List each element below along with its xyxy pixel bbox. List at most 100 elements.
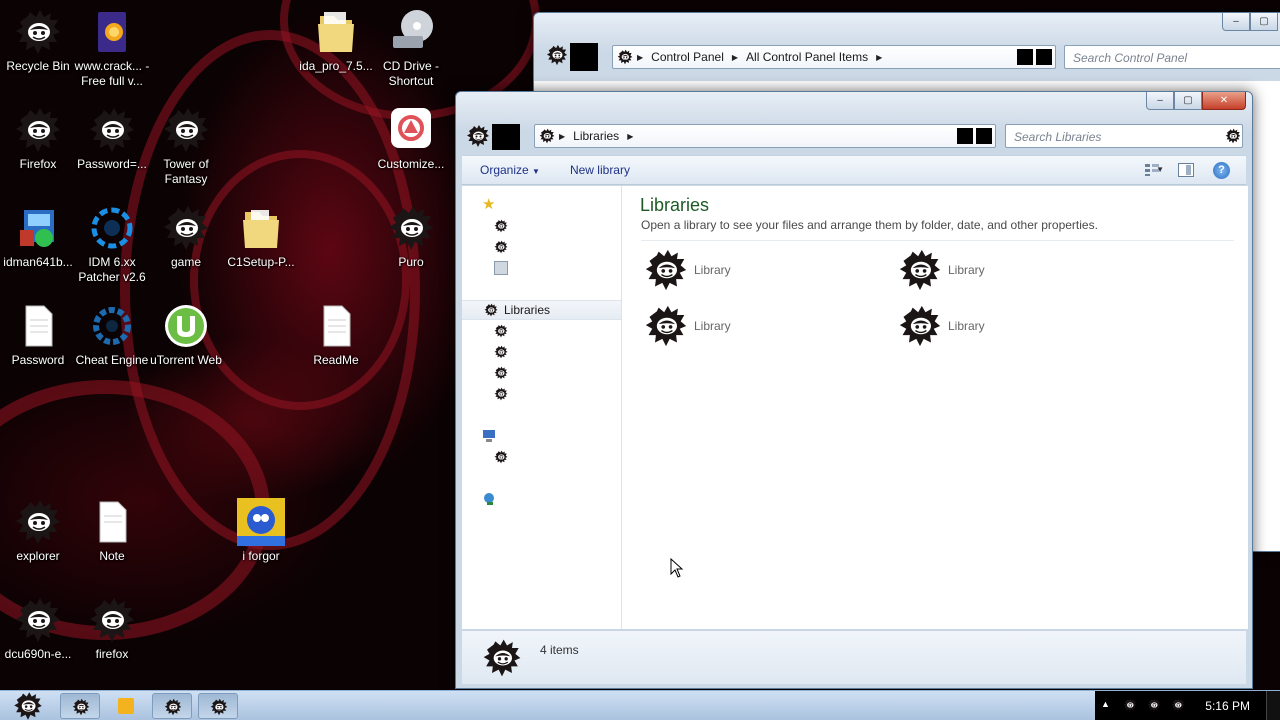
clock[interactable]: 5:16 PM: [1205, 699, 1250, 713]
nav-computer[interactable]: [462, 426, 621, 446]
library-item[interactable]: Library: [644, 304, 731, 348]
desktop-icon-note[interactable]: Note: [74, 498, 150, 564]
desktop-icon-label: Password=...: [77, 157, 147, 171]
search-icon[interactable]: [1225, 128, 1241, 144]
preview-pane-icon[interactable]: [1178, 163, 1194, 177]
nav-library-item[interactable]: [462, 363, 621, 383]
nav-favorites[interactable]: ★: [462, 194, 621, 214]
taskbar-item-window[interactable]: [198, 693, 238, 719]
close-button[interactable]: ✕: [1202, 92, 1246, 110]
desktop-icon-label: Tower of Fantasy: [163, 157, 209, 186]
desktop-icon-customize[interactable]: Customize...: [373, 106, 449, 172]
tray-mascot-icon[interactable]: [1171, 698, 1185, 712]
desktop-icon-label: game: [170, 255, 202, 269]
nav-library-item[interactable]: [462, 342, 621, 362]
maximize-button[interactable]: ▢: [1250, 13, 1278, 31]
desktop-icon-firefox-2[interactable]: firefox: [74, 596, 150, 662]
show-desktop-button[interactable]: [1266, 691, 1280, 720]
utorrent-icon: [162, 302, 210, 350]
network-icon: [482, 492, 496, 506]
chevron-down-icon: ▼: [532, 167, 540, 176]
library-item[interactable]: Library: [644, 248, 731, 292]
desktop-icon-firefox[interactable]: Firefox: [0, 106, 76, 172]
libraries-search-input[interactable]: Search Libraries: [1005, 124, 1243, 148]
start-button[interactable]: [12, 691, 44, 720]
desktop-icon-c1setup[interactable]: C1Setup-P...: [223, 204, 299, 270]
text-file-icon: [312, 302, 360, 350]
desktop-icon-cheat-engine[interactable]: Cheat Engine: [74, 302, 150, 368]
computer-icon: [482, 429, 496, 443]
library-item[interactable]: Library: [898, 248, 985, 292]
control-panel-address-bar[interactable]: ▶ Control Panel ▶ All Control Panel Item…: [612, 45, 1056, 69]
desktop-icon-label: C1Setup-P...: [227, 255, 295, 269]
desktop-icon-i-forgor[interactable]: i forgor: [223, 498, 299, 564]
desktop-icon-label: explorer: [16, 549, 60, 563]
patcher-icon: [88, 204, 136, 252]
desktop-icon-explorer[interactable]: explorer: [0, 498, 76, 564]
desktop-icon-game[interactable]: game: [148, 204, 224, 270]
refresh-button[interactable]: [976, 128, 992, 144]
mascot-icon: [644, 304, 688, 348]
dropdown-button[interactable]: [1017, 49, 1033, 65]
mascot-icon: [546, 43, 568, 67]
taskbar-item-media-player[interactable]: [106, 693, 146, 719]
tray-mascot-icon[interactable]: [1123, 698, 1137, 712]
dropdown-button[interactable]: [957, 128, 973, 144]
mascot-icon: [644, 248, 688, 292]
help-icon[interactable]: ?: [1213, 162, 1230, 179]
desktop-icon-recycle-bin[interactable]: Recycle Bin: [0, 8, 76, 74]
back-button[interactable]: [570, 43, 598, 71]
text-file-icon: [14, 302, 62, 350]
minimize-button[interactable]: –: [1146, 92, 1174, 110]
nav-libraries[interactable]: Libraries: [462, 300, 621, 320]
page-description: Open a library to see your files and arr…: [641, 218, 1098, 232]
control-panel-search-input[interactable]: Search Control Panel: [1064, 45, 1280, 69]
nav-favorite-item[interactable]: [462, 258, 621, 278]
refresh-button[interactable]: [1036, 49, 1052, 65]
back-button[interactable]: [492, 124, 520, 150]
mascot-icon: [494, 324, 508, 338]
minimize-button[interactable]: –: [1222, 13, 1250, 31]
desktop-icon-tower-of-fantasy[interactable]: Tower of Fantasy: [148, 106, 224, 187]
chevron-down-icon[interactable]: ▼: [1156, 165, 1164, 174]
mascot-icon: [88, 596, 136, 644]
nav-favorite-item[interactable]: [462, 216, 621, 236]
desktop-icon-password-link[interactable]: Password=...: [74, 106, 150, 172]
desktop-icon-password[interactable]: Password: [0, 302, 76, 368]
chevron-right-icon: ▶: [627, 131, 634, 141]
desktop-icon-cd-drive[interactable]: CD Drive - Shortcut: [373, 8, 449, 89]
desktop-icon-ida-pro[interactable]: ida_pro_7.5...: [298, 8, 374, 74]
nav-library-item[interactable]: [462, 384, 621, 404]
tray-mascot-icon[interactable]: [1147, 698, 1161, 712]
breadcrumb-control-panel[interactable]: Control Panel: [645, 50, 730, 64]
libraries-content: Libraries Open a library to see your fil…: [622, 186, 1248, 629]
desktop-icon-label: IDM 6.xx Patcher v2.6: [78, 255, 146, 284]
taskbar-item-window[interactable]: [152, 693, 192, 719]
chevron-right-icon: ▶: [637, 52, 644, 62]
breadcrumb-libraries[interactable]: Libraries: [567, 129, 625, 143]
nav-libraries-label: Libraries: [504, 303, 551, 317]
nav-network[interactable]: [462, 489, 621, 509]
libraries-address-bar[interactable]: ▶ Libraries ▶: [534, 124, 996, 148]
show-hidden-icons-icon[interactable]: ▲: [1101, 699, 1110, 709]
desktop-icon-idman[interactable]: idman641b...: [0, 204, 76, 270]
desktop-icon-dcu690n[interactable]: dcu690n-e...: [0, 596, 76, 662]
desktop-icon-utorrent[interactable]: uTorrent Web: [148, 302, 224, 368]
desktop-icon-readme[interactable]: ReadMe: [298, 302, 374, 368]
organize-button[interactable]: Organize ▼: [462, 163, 558, 177]
taskbar-item-explorer[interactable]: [60, 693, 100, 719]
breadcrumb-all-items[interactable]: All Control Panel Items: [740, 50, 874, 64]
nav-favorite-item[interactable]: [462, 237, 621, 257]
nav-computer-item[interactable]: [462, 447, 621, 467]
desktop-icon-puro[interactable]: Puro: [373, 204, 449, 270]
new-library-button[interactable]: New library: [558, 163, 648, 177]
cd-drive-icon: [387, 8, 435, 56]
nav-library-item[interactable]: [462, 321, 621, 341]
desktop-icon-crack-link[interactable]: www.crack... - Free full v...: [74, 8, 150, 89]
maximize-button[interactable]: ▢: [1174, 92, 1202, 110]
library-item[interactable]: Library: [898, 304, 985, 348]
chevron-right-icon: ▶: [559, 131, 566, 141]
desktop-icon-idm-patcher[interactable]: IDM 6.xx Patcher v2.6: [74, 204, 150, 285]
libraries-window[interactable]: – ▢ ✕ ▶ Libraries ▶ Search Libraries Org…: [455, 91, 1253, 689]
item-count: 4 items: [540, 642, 579, 657]
